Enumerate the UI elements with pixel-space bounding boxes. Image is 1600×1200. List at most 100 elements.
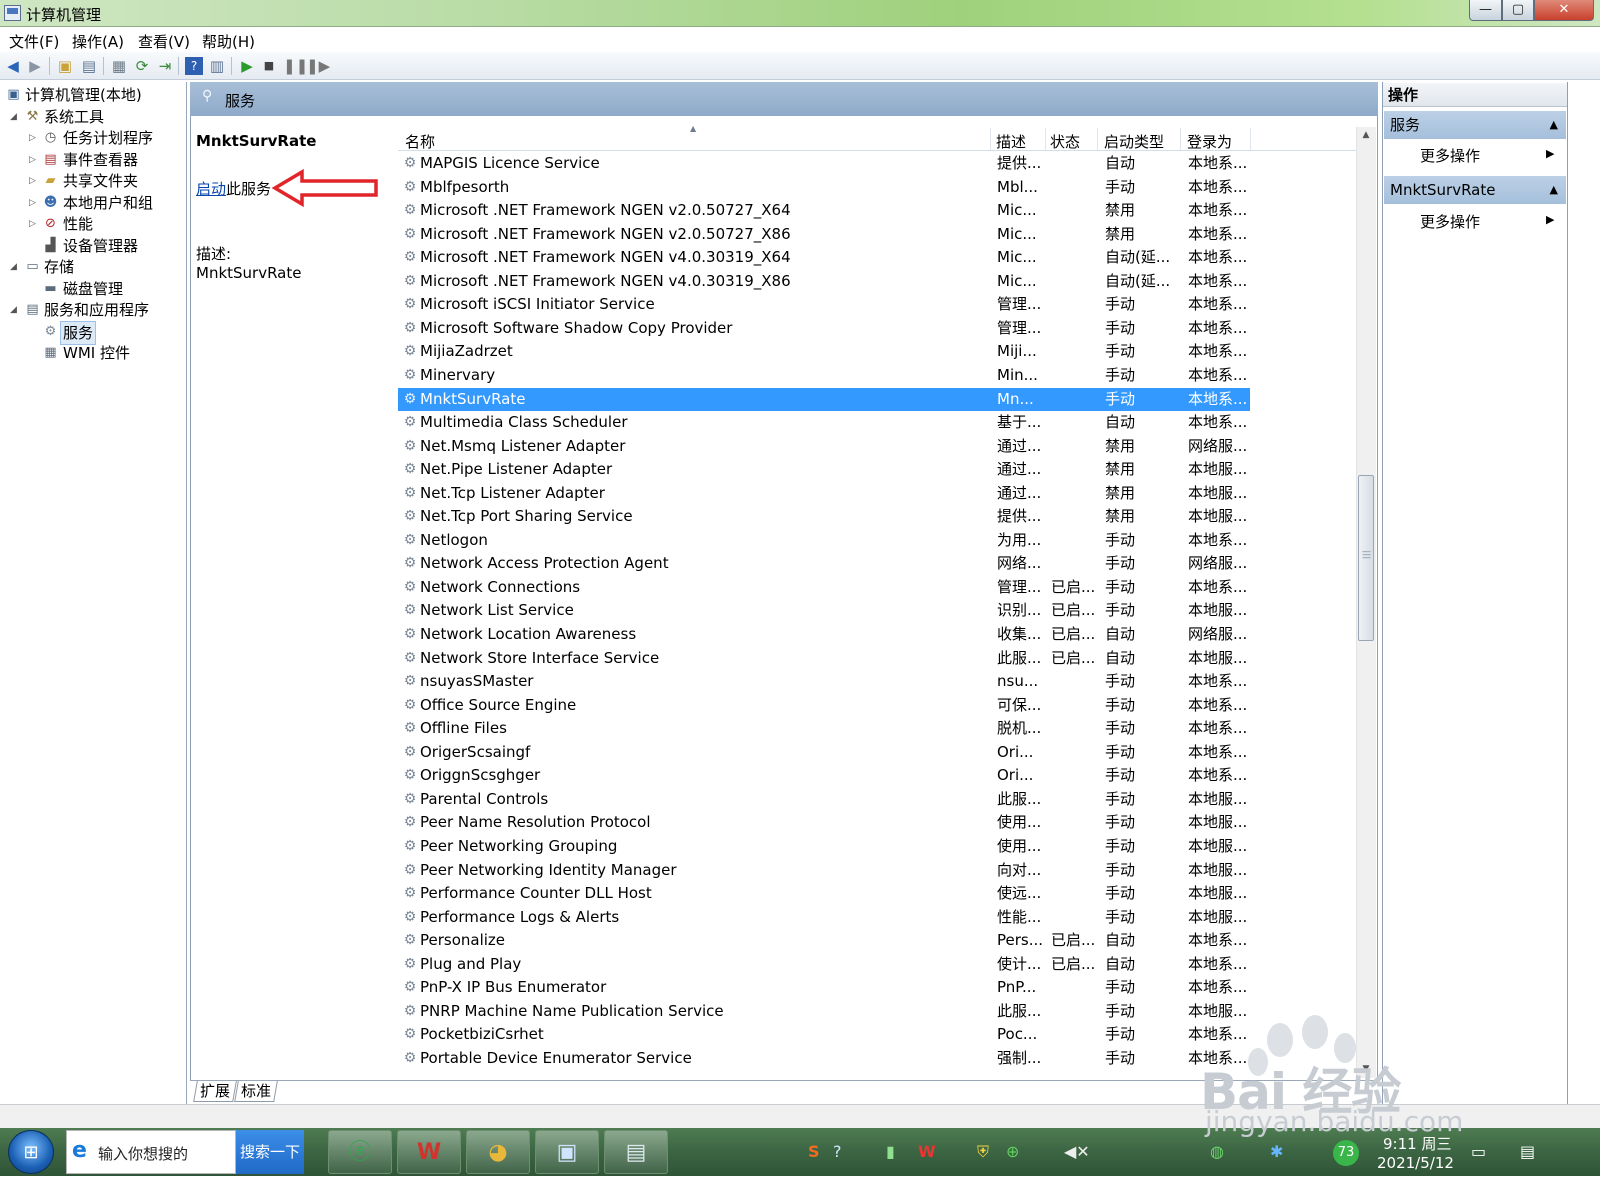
search-button[interactable]: 搜索一下 bbox=[236, 1130, 304, 1174]
service-row[interactable]: ⚙ Network Access Protection Agent 网络... 手动 网… bbox=[398, 552, 1250, 575]
tree-node-root[interactable]: ▣ 计算机管理(本地) bbox=[0, 84, 185, 106]
collapse-triangle-icon[interactable]: ◢ bbox=[10, 299, 19, 321]
action-center-icon[interactable]: ▭ bbox=[1471, 1142, 1486, 1161]
refresh-icon[interactable]: ⟳ bbox=[133, 57, 151, 75]
tree-node-services-apps[interactable]: ◢ ▤ 服务和应用程序 bbox=[0, 299, 185, 321]
service-row[interactable]: ⚙ Net.Pipe Listener Adapter 通过... 禁用 本地服... bbox=[398, 458, 1250, 481]
service-row-selected[interactable]: ⚙ MnktSurvRate Mn... 手动 本地系... bbox=[398, 387, 1250, 411]
service-row[interactable]: ⚙ Network Connections 管理... 已启... 手动 本地系... bbox=[398, 576, 1250, 599]
service-row[interactable]: ⚙ PNRP Machine Name Publication Service 此服… bbox=[398, 1000, 1250, 1023]
column-divider[interactable] bbox=[1180, 128, 1181, 150]
service-row[interactable]: ⚙ Personalize Pers... 已启... 自动 本地系... bbox=[398, 929, 1250, 952]
up-folder-icon[interactable]: ▣ bbox=[56, 57, 74, 75]
service-row[interactable]: ⚙ Network List Service 识别... 已启... 手动 本地服... bbox=[398, 599, 1250, 622]
search-input[interactable]: 输入你想搜的 bbox=[98, 1143, 188, 1164]
scroll-up-arrow-icon[interactable]: ▲ bbox=[1356, 127, 1376, 144]
service-row[interactable]: ⚙ nsuyasSMaster nsu... 手动 本地系... bbox=[398, 670, 1250, 693]
tree-node-event-viewer[interactable]: ▷ ▤ 事件查看器 bbox=[0, 149, 185, 171]
wechat-icon[interactable]: ◍ bbox=[1210, 1142, 1224, 1161]
clock-date[interactable]: 2021/5/12 bbox=[1377, 1154, 1454, 1172]
restart-service-icon[interactable]: ❚▶ bbox=[306, 57, 330, 75]
collapse-caret-icon[interactable]: ▲ bbox=[1550, 176, 1558, 204]
taskbar-browser-icon[interactable]: ⓔ bbox=[328, 1130, 392, 1174]
service-row[interactable]: ⚙ PnP-X IP Bus Enumerator PnP... 手动 本地系... bbox=[398, 976, 1250, 999]
service-row[interactable]: ⚙ Portable Device Enumerator Service 强制...… bbox=[398, 1047, 1250, 1070]
tree-node-storage[interactable]: ◢ ▭ 存储 bbox=[0, 256, 185, 278]
expand-triangle-icon[interactable]: ▷ bbox=[29, 127, 38, 149]
tree-node-task-scheduler[interactable]: ▷ ◷ 任务计划程序 bbox=[0, 127, 185, 149]
service-row[interactable]: ⚙ Microsoft .NET Framework NGEN v2.0.5072… bbox=[398, 223, 1250, 246]
service-row[interactable]: ⚙ OriggnScsghger Ori... 手动 本地系... bbox=[398, 764, 1250, 787]
menu-file[interactable]: 文件(F) bbox=[9, 31, 59, 52]
expand-triangle-icon[interactable]: ▷ bbox=[29, 213, 38, 235]
performance-badge[interactable]: 73 bbox=[1333, 1140, 1359, 1166]
service-row[interactable]: ⚙ Multimedia Class Scheduler 基于... 自动 本地系... bbox=[398, 411, 1250, 434]
tree-node-system-tools[interactable]: ◢ ⚒ 系统工具 bbox=[0, 106, 185, 128]
expand-triangle-icon[interactable]: ▷ bbox=[29, 192, 38, 214]
column-divider[interactable] bbox=[990, 128, 991, 150]
service-row[interactable]: ⚙ MAPGIS Licence Service 提供... 自动 本地系... bbox=[398, 152, 1250, 175]
bluetooth-icon[interactable]: ✱ bbox=[1270, 1142, 1283, 1161]
column-divider[interactable] bbox=[1097, 128, 1098, 150]
column-startup-type[interactable]: 启动类型 bbox=[1104, 131, 1164, 152]
service-row[interactable]: ⚙ Office Source Engine 可保... 手动 本地系... bbox=[398, 694, 1250, 717]
column-logon-as[interactable]: 登录为 bbox=[1187, 131, 1232, 152]
service-row[interactable]: ⚙ Network Location Awareness 收集... 已启... 自动 网… bbox=[398, 623, 1250, 646]
collapse-triangle-icon[interactable]: ◢ bbox=[10, 256, 19, 278]
antivirus-icon[interactable]: ⊕ bbox=[1006, 1142, 1019, 1161]
service-row[interactable]: ⚙ MijiaZadrzet Miji... 手动 本地系... bbox=[398, 340, 1250, 363]
menu-view[interactable]: 查看(V) bbox=[138, 31, 190, 52]
maximize-button[interactable]: ▢ bbox=[1502, 0, 1534, 21]
expand-triangle-icon[interactable]: ▷ bbox=[29, 149, 38, 171]
service-row[interactable]: ⚙ Network Store Interface Service 此服... 已启.… bbox=[398, 647, 1250, 670]
forward-arrow-icon[interactable]: ▶ bbox=[26, 57, 44, 75]
minimize-button[interactable]: — bbox=[1469, 0, 1502, 21]
service-row[interactable]: ⚙ Performance Counter DLL Host 使远... 手动 本地服.… bbox=[398, 882, 1250, 905]
close-button[interactable]: ✕ bbox=[1534, 0, 1594, 21]
service-row[interactable]: ⚙ OrigerScsaingf Ori... 手动 本地系... bbox=[398, 741, 1250, 764]
tab-standard[interactable]: 标准 bbox=[234, 1081, 278, 1102]
menu-action[interactable]: 操作(A) bbox=[72, 31, 124, 52]
service-row[interactable]: ⚙ Offline Files 脱机... 手动 本地系... bbox=[398, 717, 1250, 740]
column-name[interactable]: 名称 bbox=[405, 131, 435, 152]
tree-node-local-users[interactable]: ▷ ☻ 本地用户和组 bbox=[0, 192, 185, 214]
service-row[interactable]: ⚙ Peer Networking Grouping 使用... 手动 本地服... bbox=[398, 835, 1250, 858]
taskbar-notepad-icon[interactable]: ▤ bbox=[604, 1130, 668, 1174]
service-row[interactable]: ⚙ Netlogon 为用... 手动 本地系... bbox=[398, 529, 1250, 552]
service-row[interactable]: ⚙ Microsoft Software Shadow Copy Provider… bbox=[398, 317, 1250, 340]
column-divider[interactable] bbox=[1045, 128, 1046, 150]
tree-node-device-manager[interactable]: ▟ 设备管理器 bbox=[0, 235, 185, 257]
sogou-icon[interactable]: S bbox=[808, 1142, 820, 1161]
collapse-caret-icon[interactable]: ▲ bbox=[1550, 111, 1558, 139]
service-row[interactable]: ⚙ Microsoft .NET Framework NGEN v4.0.3031… bbox=[398, 246, 1250, 269]
service-row[interactable]: ⚙ Plug and Play 使计... 已启... 自动 本地系... bbox=[398, 953, 1250, 976]
tree-node-performance[interactable]: ▷ ⊘ 性能 bbox=[0, 213, 185, 235]
service-row[interactable]: ⚙ Net.Tcp Port Sharing Service 提供... 禁用 本地服.… bbox=[398, 505, 1250, 528]
service-row[interactable]: ⚙ Microsoft .NET Framework NGEN v4.0.3031… bbox=[398, 270, 1250, 293]
service-row[interactable]: ⚙ Net.Msmq Listener Adapter 通过... 禁用 网络服... bbox=[398, 435, 1250, 458]
notification-icon[interactable]: ▤ bbox=[1520, 1142, 1535, 1161]
start-service-icon[interactable]: ▶ bbox=[238, 57, 256, 75]
battery-icon[interactable]: ▮ bbox=[886, 1142, 895, 1161]
service-row[interactable]: ⚙ Mblfpesorth Mbl... 手动 本地系... bbox=[398, 176, 1250, 199]
tab-extended[interactable]: 扩展 bbox=[193, 1081, 237, 1102]
service-row[interactable]: ⚙ Microsoft .NET Framework NGEN v2.0.5072… bbox=[398, 199, 1250, 222]
help-icon[interactable]: ? bbox=[185, 57, 203, 75]
service-row[interactable]: ⚙ Performance Logs & Alerts 性能... 手动 本地服... bbox=[398, 906, 1250, 929]
volume-muted-icon[interactable]: ◀✕ bbox=[1064, 1142, 1090, 1161]
taskbar-computer-management-icon[interactable]: ▣ bbox=[535, 1130, 599, 1174]
wps-tray-icon[interactable]: W bbox=[918, 1142, 936, 1161]
service-row[interactable]: ⚙ Peer Name Resolution Protocol 使用... 手动 本地服… bbox=[398, 811, 1250, 834]
tree-node-shared-folders[interactable]: ▷ ▰ 共享文件夹 bbox=[0, 170, 185, 192]
show-hide-tree-icon[interactable]: ▤ bbox=[80, 57, 98, 75]
tree-node-wmi[interactable]: ▦ WMI 控件 bbox=[0, 342, 185, 364]
actions-group-selected-service[interactable]: MnktSurvRate ▲ bbox=[1384, 176, 1566, 204]
tree-node-disk-management[interactable]: ▬ 磁盘管理 bbox=[0, 278, 185, 300]
taskbar-wps-icon[interactable]: W bbox=[397, 1130, 461, 1174]
export-list-icon[interactable]: ⇥ bbox=[156, 57, 174, 75]
tree-node-services[interactable]: ⚙ 服务 bbox=[0, 321, 185, 345]
service-row[interactable]: ⚙ Microsoft iSCSI Initiator Service 管理... 手… bbox=[398, 293, 1250, 316]
stop-service-icon[interactable]: ■ bbox=[260, 57, 278, 75]
back-arrow-icon[interactable]: ◀ bbox=[4, 57, 22, 75]
service-row[interactable]: ⚙ Minervary Min... 手动 本地系... bbox=[398, 364, 1250, 387]
